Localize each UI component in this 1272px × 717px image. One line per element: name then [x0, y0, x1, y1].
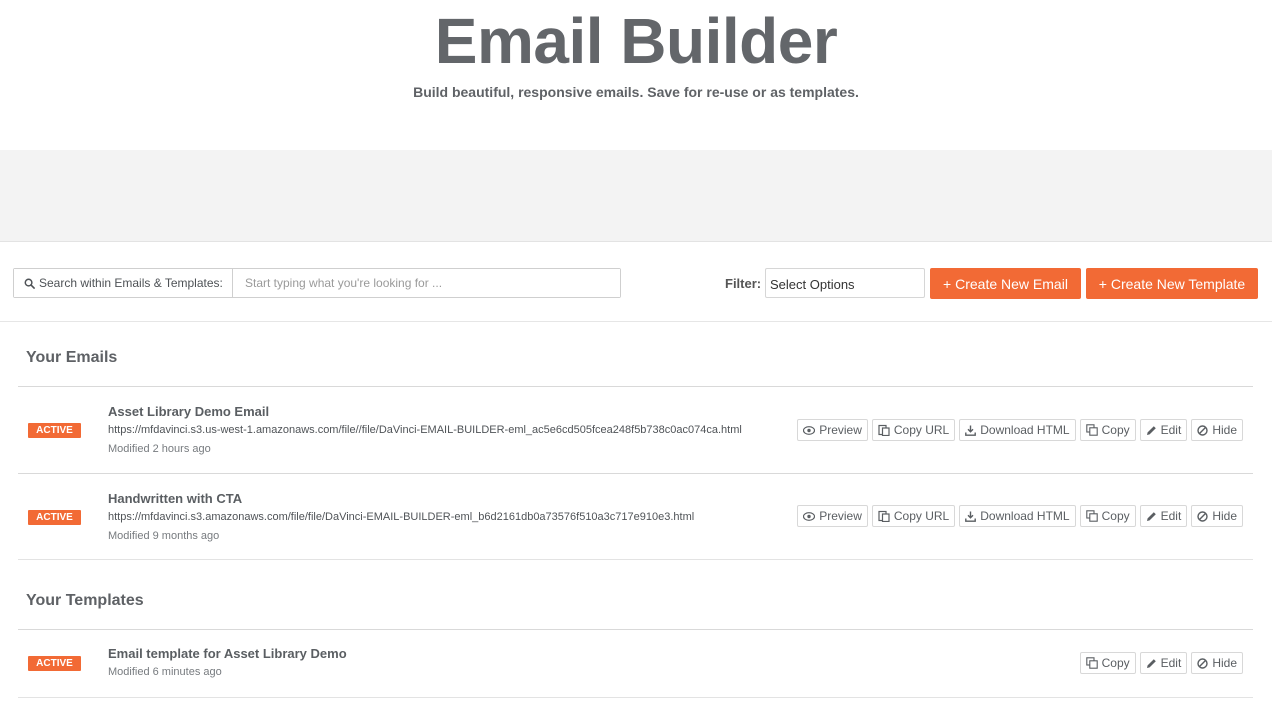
- paste-icon: [878, 424, 890, 436]
- pencil-icon: [1146, 511, 1156, 521]
- eye-icon: [803, 511, 816, 521]
- preview-label: Preview: [819, 423, 862, 437]
- template-title[interactable]: Email template for Asset Library Demo: [108, 646, 347, 661]
- download-html-label: Download HTML: [980, 423, 1070, 437]
- email-title[interactable]: Handwritten with CTA: [108, 491, 242, 506]
- email-url[interactable]: https://mfdavinci.s3.us-west-1.amazonaws…: [108, 424, 742, 436]
- edit-button[interactable]: Edit: [1139, 505, 1188, 527]
- filter-select-value: Select Options: [770, 276, 855, 292]
- copy-label: Copy: [1101, 423, 1130, 437]
- pencil-icon: [1146, 658, 1156, 668]
- copy-button[interactable]: Copy: [1079, 419, 1136, 441]
- copy-label: Copy: [1101, 509, 1130, 523]
- copy-url-label: Copy URL: [893, 423, 950, 437]
- hide-button[interactable]: Hide: [1191, 419, 1243, 441]
- ban-icon: [1197, 657, 1209, 669]
- hide-button[interactable]: Hide: [1191, 652, 1243, 674]
- search-icon: [24, 278, 35, 289]
- download-html-button[interactable]: Download HTML: [959, 419, 1076, 441]
- page-subtitle: Build beautiful, responsive emails. Save…: [413, 84, 859, 100]
- create-new-email-button[interactable]: + Create New Email: [930, 268, 1081, 299]
- copy-url-button[interactable]: Copy URL: [871, 419, 956, 441]
- templates-section-title: Your Templates: [26, 592, 144, 609]
- hide-label: Hide: [1212, 656, 1237, 670]
- status-badge: ACTIVE: [28, 423, 81, 438]
- eye-icon: [803, 425, 816, 435]
- email-title[interactable]: Asset Library Demo Email: [108, 404, 269, 419]
- email-actions: Preview Copy URL Download HTML Copy Edit…: [797, 419, 1243, 441]
- email-row: ACTIVE Asset Library Demo Email https://…: [18, 386, 1253, 473]
- email-row: ACTIVE Handwritten with CTA https://mfda…: [18, 473, 1253, 560]
- ban-icon: [1197, 424, 1209, 436]
- download-icon: [965, 511, 977, 522]
- filter-select[interactable]: Select Options: [765, 268, 925, 298]
- template-actions: Copy Edit Hide: [1079, 652, 1243, 674]
- email-modified: Modified 9 months ago: [108, 530, 220, 542]
- copy-url-label: Copy URL: [893, 509, 950, 523]
- copy-label: Copy: [1101, 656, 1130, 670]
- preview-button[interactable]: Preview: [797, 419, 868, 441]
- create-new-template-button[interactable]: + Create New Template: [1086, 268, 1258, 299]
- edit-label: Edit: [1160, 509, 1182, 523]
- hide-label: Hide: [1212, 423, 1237, 437]
- banner-band: [0, 150, 1272, 242]
- edit-label: Edit: [1160, 423, 1182, 437]
- copy-url-button[interactable]: Copy URL: [871, 505, 956, 527]
- email-modified: Modified 2 hours ago: [108, 443, 211, 455]
- toolbar: Search within Emails & Templates: Filter…: [0, 242, 1272, 322]
- ban-icon: [1197, 510, 1209, 522]
- copy-button[interactable]: Copy: [1079, 505, 1136, 527]
- page-header: Email Builder Build beautiful, responsiv…: [0, 0, 1272, 150]
- preview-button[interactable]: Preview: [797, 505, 868, 527]
- pencil-icon: [1146, 425, 1156, 435]
- hide-button[interactable]: Hide: [1191, 505, 1243, 527]
- status-badge: ACTIVE: [28, 656, 81, 671]
- copy-button[interactable]: Copy: [1079, 652, 1136, 674]
- search-group: Search within Emails & Templates:: [13, 268, 621, 298]
- download-icon: [965, 425, 977, 436]
- filter-label: Filter:: [725, 276, 762, 291]
- status-badge: ACTIVE: [28, 510, 81, 525]
- emails-section-title: Your Emails: [26, 349, 118, 366]
- download-html-button[interactable]: Download HTML: [959, 505, 1076, 527]
- copy-icon: [1085, 657, 1098, 669]
- edit-label: Edit: [1160, 656, 1182, 670]
- copy-icon: [1085, 424, 1098, 436]
- copy-icon: [1085, 510, 1098, 522]
- preview-label: Preview: [819, 509, 862, 523]
- edit-button[interactable]: Edit: [1139, 652, 1188, 674]
- template-modified: Modified 6 minutes ago: [108, 666, 222, 678]
- page-title: Email Builder: [434, 5, 838, 77]
- paste-icon: [878, 510, 890, 522]
- email-actions: Preview Copy URL Download HTML Copy Edit…: [797, 505, 1243, 527]
- hide-label: Hide: [1212, 509, 1237, 523]
- download-html-label: Download HTML: [980, 509, 1070, 523]
- search-label-text: Search within Emails & Templates:: [39, 276, 223, 290]
- email-url[interactable]: https://mfdavinci.s3.amazonaws.com/file/…: [108, 511, 694, 523]
- template-row: ACTIVE Email template for Asset Library …: [18, 629, 1253, 698]
- search-label: Search within Emails & Templates:: [14, 269, 233, 297]
- search-input[interactable]: [233, 269, 620, 297]
- edit-button[interactable]: Edit: [1139, 419, 1188, 441]
